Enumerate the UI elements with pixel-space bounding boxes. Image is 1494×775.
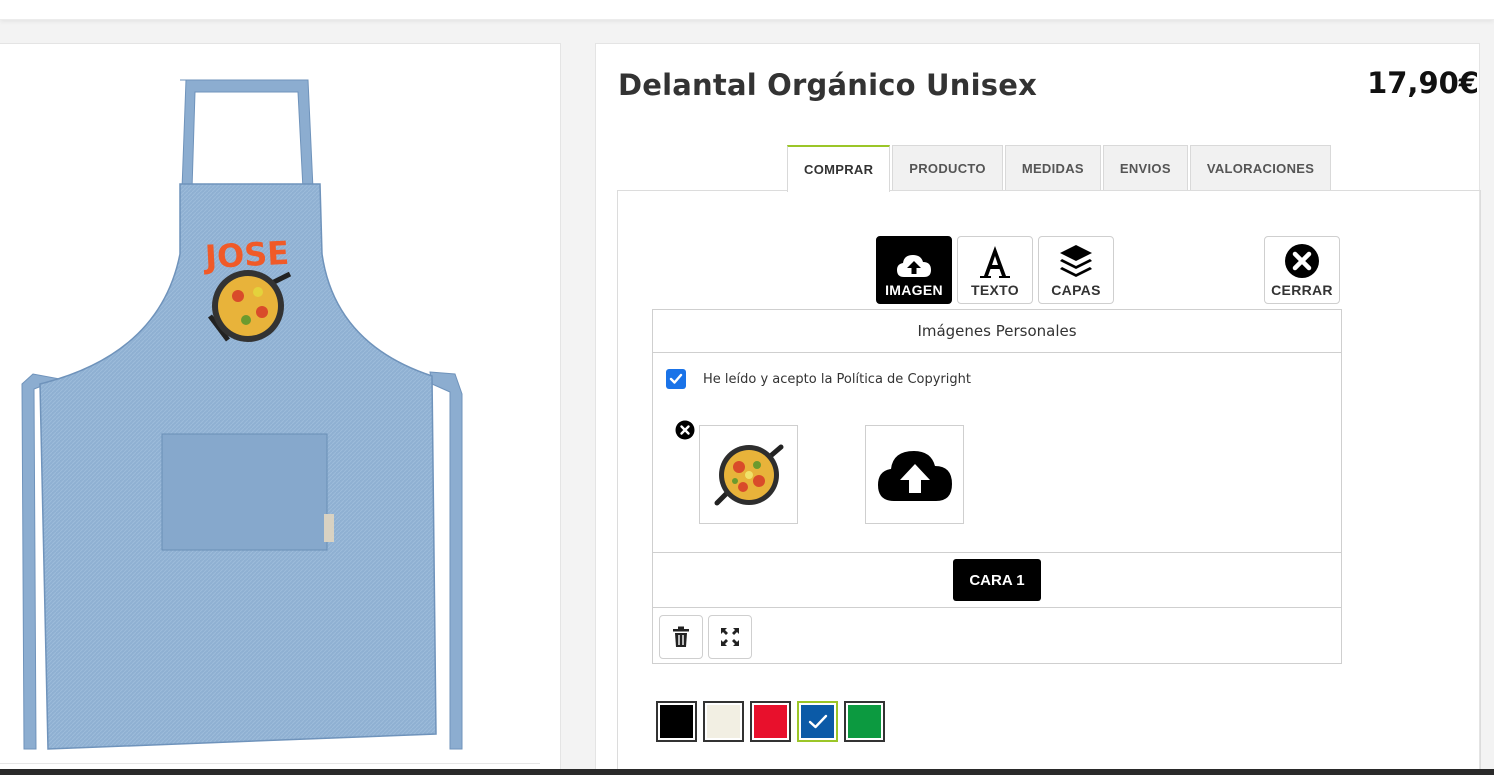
bottom-bar [0, 769, 1494, 775]
swatch-green[interactable] [844, 701, 885, 742]
product-title: Delantal Orgánico Unisex [618, 68, 1038, 102]
tab-producto[interactable]: PRODUCTO [892, 145, 1003, 191]
image-tool-label: IMAGEN [885, 282, 943, 298]
side-1-button[interactable]: CARA 1 [953, 559, 1041, 601]
paella-image [714, 444, 783, 505]
cloud-upload-icon [877, 450, 952, 501]
expand-icon [721, 628, 739, 646]
delete-button[interactable] [659, 615, 703, 659]
tab-envios[interactable]: ENVIOS [1102, 145, 1188, 191]
text-icon [980, 246, 1010, 278]
image-editor: Imágenes Personales He leído y acepto la… [652, 309, 1342, 664]
tab-content: IMAGEN TEXTO CAPAS CERRAR Imágenes Perso… [617, 190, 1481, 775]
checkmark-icon [669, 373, 683, 384]
copyright-checkbox[interactable] [666, 369, 686, 389]
close-tool-button[interactable]: CERRAR [1264, 236, 1340, 304]
layers-icon [1060, 245, 1092, 277]
layers-tool-button[interactable]: CAPAS [1038, 236, 1114, 304]
fullscreen-button[interactable] [708, 615, 752, 659]
swatch-blue[interactable] [797, 701, 838, 742]
product-image-panel: JOSE [0, 43, 561, 775]
image-tool-button[interactable]: IMAGEN [876, 236, 952, 304]
tab-medidas[interactable]: MEDIDAS [1004, 145, 1101, 191]
remove-image-icon[interactable] [675, 420, 695, 440]
top-bar [0, 0, 1494, 20]
selected-check-icon [808, 714, 827, 728]
swatch-black[interactable] [656, 701, 697, 742]
swatch-cream[interactable] [703, 701, 744, 742]
close-icon [1285, 244, 1319, 278]
product-panel: Delantal Orgánico Unisex 17,90€ COMPRAR … [595, 43, 1481, 775]
close-tool-label: CERRAR [1271, 282, 1333, 298]
apron-print-text: JOSE [202, 234, 290, 276]
swatch-red[interactable] [750, 701, 791, 742]
side-selector-row: CARA 1 [653, 552, 1341, 608]
personal-images-header: Imágenes Personales [653, 310, 1341, 353]
uploaded-image-thumbnail[interactable] [699, 425, 798, 524]
tab-valoraciones[interactable]: VALORACIONES [1189, 145, 1332, 191]
copyright-label[interactable]: He leído y acepto la Política de Copyrig… [703, 372, 971, 387]
color-swatches [656, 701, 891, 742]
copyright-row: He leído y acepto la Política de Copyrig… [666, 369, 971, 389]
tab-comprar[interactable]: COMPRAR [787, 145, 891, 192]
product-price: 17,90€ [1367, 66, 1479, 100]
layers-tool-label: CAPAS [1051, 282, 1101, 298]
text-tool-button[interactable]: TEXTO [957, 236, 1033, 304]
text-tool-label: TEXTO [971, 282, 1019, 298]
trash-icon [673, 626, 689, 647]
tab-bar: COMPRAR PRODUCTO MEDIDAS ENVIOS VALORACI… [787, 145, 1333, 192]
cloud-upload-icon [897, 255, 931, 277]
apron-image: JOSE [21, 79, 463, 750]
upload-image-button[interactable] [865, 425, 964, 524]
